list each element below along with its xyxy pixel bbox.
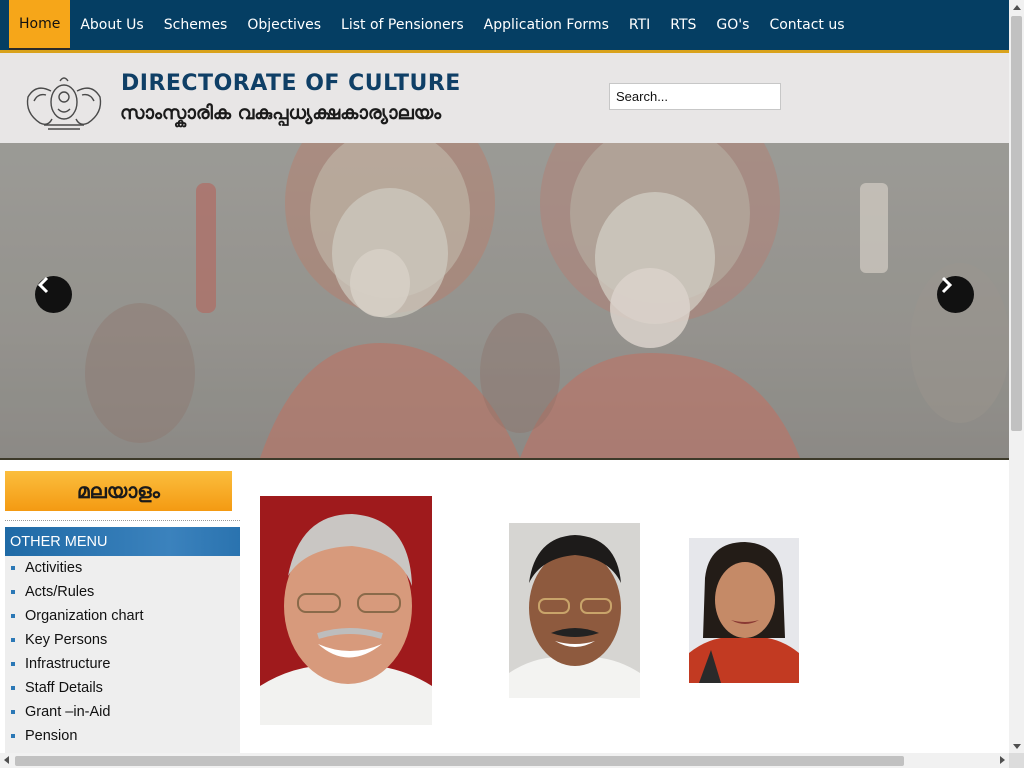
bullet-icon (11, 662, 15, 666)
top-navigation: Home About Us Schemes Objectives List of Pen… (0, 0, 1009, 53)
page-viewport: Home About Us Schemes Objectives List of Pen… (0, 0, 1009, 753)
sidebar-item-label: Activities (25, 560, 83, 576)
scroll-left-arrow-icon[interactable] (4, 756, 9, 764)
sidebar-item-organization-chart[interactable]: Organization chart (5, 604, 240, 628)
bullet-icon (11, 638, 15, 642)
bullet-icon (11, 590, 15, 594)
sidebar-item-label: Staff Details (25, 680, 103, 696)
nav-item-rts[interactable]: RTS (660, 0, 706, 50)
bullet-icon (11, 566, 15, 570)
sidebar-item-label: Organization chart (25, 608, 144, 624)
scroll-down-arrow-icon[interactable] (1013, 744, 1021, 749)
sidebar-item-key-persons[interactable]: Key Persons (5, 628, 240, 652)
sidebar-item-acts-rules[interactable]: Acts/Rules (5, 580, 240, 604)
other-menu-heading: OTHER MENU (5, 527, 240, 556)
scroll-right-arrow-icon[interactable] (1000, 756, 1005, 764)
sidebar-item-pension[interactable]: Pension (5, 724, 240, 748)
site-header: DIRECTORATE OF CULTURE സാംസ്കാരിക വകുപ്പ… (0, 53, 1009, 143)
officer-photo (689, 538, 799, 683)
sidebar-item-label: Infrastructure (25, 656, 111, 672)
nav-item-application-forms[interactable]: Application Forms (474, 0, 619, 50)
horizontal-scroll-thumb[interactable] (15, 756, 904, 766)
search-input[interactable] (609, 83, 781, 110)
bullet-icon (11, 734, 15, 738)
vertical-scrollbar[interactable] (1009, 0, 1024, 753)
nav-item-rti[interactable]: RTI (619, 0, 660, 50)
sidebar-item-label: Acts/Rules (25, 584, 95, 600)
sidebar-item-infrastructure[interactable]: Infrastructure (5, 652, 240, 676)
nav-menu: Home About Us Schemes Objectives List of Pen… (0, 0, 1009, 50)
slider-next-button[interactable] (937, 276, 974, 313)
nav-item-list-of-pensioners[interactable]: List of Pensioners (331, 0, 474, 50)
nav-item-about-us[interactable]: About Us (70, 0, 153, 50)
bullet-icon (11, 710, 15, 714)
chief-minister-photo (260, 496, 432, 725)
nav-item-schemes[interactable]: Schemes (154, 0, 238, 50)
scrollbar-corner (1009, 753, 1024, 768)
minister-photo (509, 523, 640, 698)
nav-item-objectives[interactable]: Objectives (237, 0, 331, 50)
vertical-scroll-thumb[interactable] (1011, 16, 1022, 431)
nav-item-contact-us[interactable]: Contact us (759, 0, 854, 50)
portrait-image (689, 538, 799, 683)
hero-slider (0, 143, 1009, 460)
sidebar-item-staff-details[interactable]: Staff Details (5, 676, 240, 700)
nav-item-go-s[interactable]: GO's (706, 0, 759, 50)
horizontal-scrollbar[interactable] (0, 753, 1009, 768)
sidebar-item-label: Pension (25, 728, 78, 744)
site-title: DIRECTORATE OF CULTURE (121, 71, 461, 96)
sidebar-item-activities[interactable]: Activities (5, 556, 240, 580)
malayalam-language-button[interactable]: മലയാളം (5, 471, 232, 511)
portrait-image (260, 496, 432, 725)
nav-item-home[interactable]: Home (9, 0, 71, 50)
sidebar-item-label: Key Persons (25, 632, 108, 648)
chevron-right-icon (941, 276, 953, 294)
sidebar-item-label: Grant –in-Aid (25, 704, 111, 720)
site-subtitle: സാംസ്കാരിക വകുപ്പധ്യക്ഷകാര്യാലയം (120, 102, 442, 124)
other-menu-list: Activities Acts/Rules Organization chart Ke… (5, 556, 240, 753)
portrait-image (509, 523, 640, 698)
bullet-icon (11, 686, 15, 690)
bullet-icon (11, 614, 15, 618)
slider-prev-button[interactable] (35, 276, 72, 313)
scroll-up-arrow-icon[interactable] (1013, 5, 1021, 10)
sidebar-item-grant-in-aid[interactable]: Grant –in-Aid (5, 700, 240, 724)
chevron-left-icon (37, 276, 49, 294)
state-emblem-icon (26, 77, 102, 130)
sidebar-divider (5, 520, 240, 521)
slide-image (0, 143, 1009, 458)
